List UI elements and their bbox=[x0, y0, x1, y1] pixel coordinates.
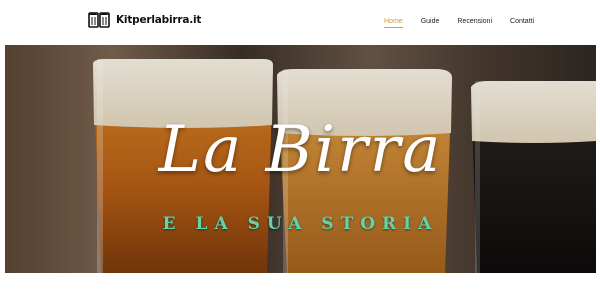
hero-banner: La Birra E LA SUA STORIA bbox=[5, 45, 596, 273]
logo-text: Kitperlabirra.it bbox=[116, 14, 202, 26]
nav-guide[interactable]: Guide bbox=[412, 0, 449, 44]
site-logo[interactable]: Kitperlabirra.it bbox=[88, 10, 201, 30]
nav-contatti[interactable]: Contatti bbox=[501, 0, 543, 44]
hero-title: La Birra bbox=[158, 113, 443, 187]
site-header: Kitperlabirra.it Home Guide Recensioni C… bbox=[0, 0, 600, 44]
main-nav: Home Guide Recensioni Contatti bbox=[375, 0, 543, 44]
beer-mugs-icon bbox=[88, 11, 112, 29]
hero-subtitle: E LA SUA STORIA bbox=[162, 214, 439, 234]
nav-home[interactable]: Home bbox=[375, 0, 412, 44]
nav-recensioni[interactable]: Recensioni bbox=[448, 0, 501, 44]
page-bottom-area bbox=[0, 273, 600, 302]
